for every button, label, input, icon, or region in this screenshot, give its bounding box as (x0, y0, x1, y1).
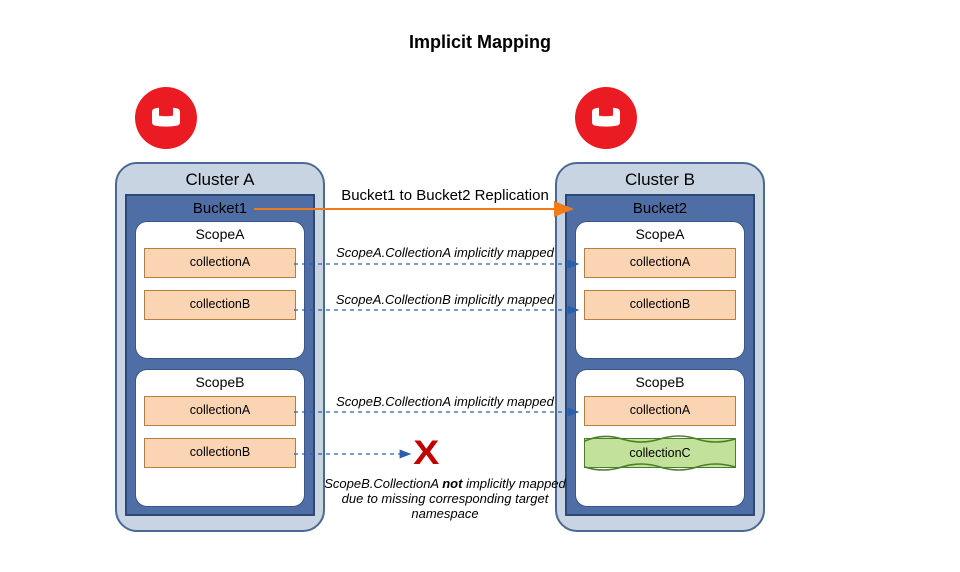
scope-a-left: ScopeA collectionA collectionB (135, 221, 305, 359)
scope-b-title: ScopeB (144, 374, 296, 390)
scope-a-title: ScopeA (144, 226, 296, 242)
couchbase-logo-icon (135, 87, 197, 149)
collection-box: collectionB (584, 290, 736, 320)
collection-box: collectionB (144, 438, 296, 468)
replication-label: Bucket1 to Bucket2 Replication (285, 187, 605, 204)
scope-a-title: ScopeA (584, 226, 736, 242)
map-label-2: ScopeA.CollectionB implicitly mapped (285, 292, 605, 307)
not-mapped-footnote: ScopeB.CollectionA not implicitly mapped… (285, 477, 605, 522)
page-title: Implicit Mapping (0, 32, 960, 53)
map-label-1: ScopeA.CollectionA implicitly mapped (285, 245, 605, 260)
collection-box: collectionA (584, 396, 736, 426)
bucket2: Bucket2 ScopeA collectionA collectionB S… (565, 194, 755, 516)
bucket1: Bucket1 ScopeA collectionA collectionB S… (125, 194, 315, 516)
scope-b-title: ScopeB (584, 374, 736, 390)
collection-box: collectionB (144, 290, 296, 320)
collection-box: collectionA (584, 248, 736, 278)
x-icon: X (413, 434, 439, 473)
couchbase-logo-icon (575, 87, 637, 149)
map-label-3: ScopeB.CollectionA implicitly mapped (285, 394, 605, 409)
bucket1-title: Bucket1 (135, 200, 305, 217)
collection-box: collectionA (144, 396, 296, 426)
collection-box: collectionA (144, 248, 296, 278)
collection-c-box: collectionC (584, 438, 736, 468)
scope-b-left: ScopeB collectionA collectionB (135, 369, 305, 507)
scope-a-right: ScopeA collectionA collectionB (575, 221, 745, 359)
collection-c-label: collectionC (629, 446, 690, 460)
